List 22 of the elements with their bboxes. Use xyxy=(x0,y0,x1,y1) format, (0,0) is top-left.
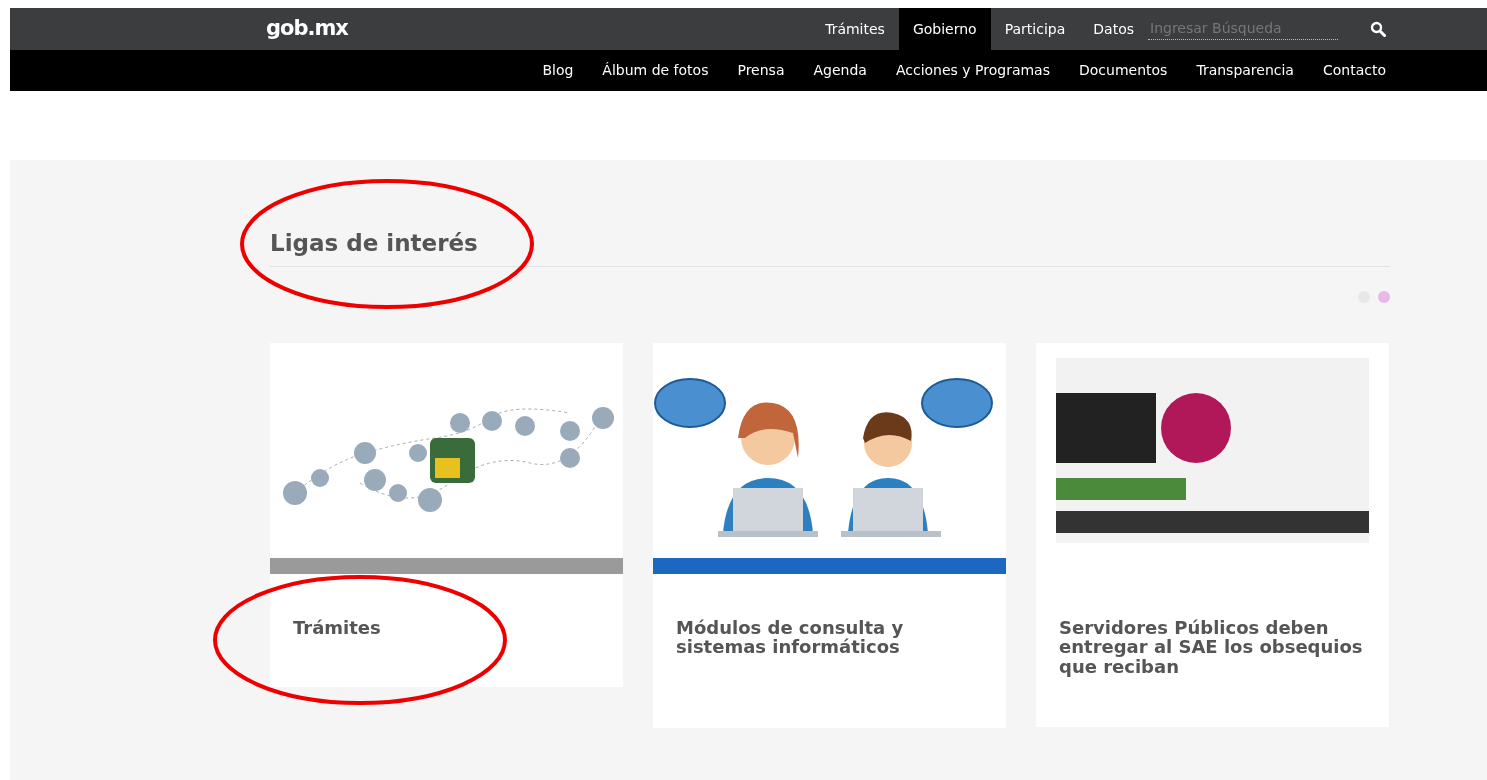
nav-link[interactable]: Transparencia xyxy=(1196,60,1294,81)
nav-link[interactable]: Blog xyxy=(542,60,574,81)
card-title[interactable]: Módulos de consulta y sistemas informáticos xyxy=(653,573,1006,729)
nav-link[interactable]: Contacto xyxy=(1322,60,1386,81)
card-background[interactable]: Servidores Públicos deben entregar al SAE los obsequios que reciban xyxy=(1036,342,1389,727)
card-background[interactable]: Módulos de consulta y sistemas informáticos xyxy=(653,342,1006,729)
nav-tab[interactable]: Datos xyxy=(1079,8,1148,50)
nav-link[interactable]: Prensa xyxy=(737,60,785,81)
nav-link[interactable]: Agenda xyxy=(813,60,867,81)
section-title: Ligas de interés xyxy=(270,230,1390,267)
card-background[interactable]: Trámites xyxy=(270,342,623,688)
search-icon xyxy=(1370,21,1386,37)
carousel-dot[interactable] xyxy=(1378,290,1390,303)
nav-tab[interactable]: Participa xyxy=(990,8,1080,50)
nav-link[interactable]: Documentos xyxy=(1079,60,1168,81)
nav-link[interactable]: Álbum de fotos xyxy=(602,60,709,81)
card-title[interactable]: Servidores Públicos deben entregar al SAE los obsequios que reciban xyxy=(1036,557,1389,727)
search-field[interactable]: Ingresar Búsqueda xyxy=(1148,18,1338,40)
logo[interactable]: gob.mx xyxy=(266,13,348,45)
nav-link[interactable]: Acciones y Programas xyxy=(895,60,1050,81)
nav-tab[interactable]: Trámites xyxy=(811,8,899,50)
nav-tab[interactable]: Gobierno xyxy=(898,8,991,50)
